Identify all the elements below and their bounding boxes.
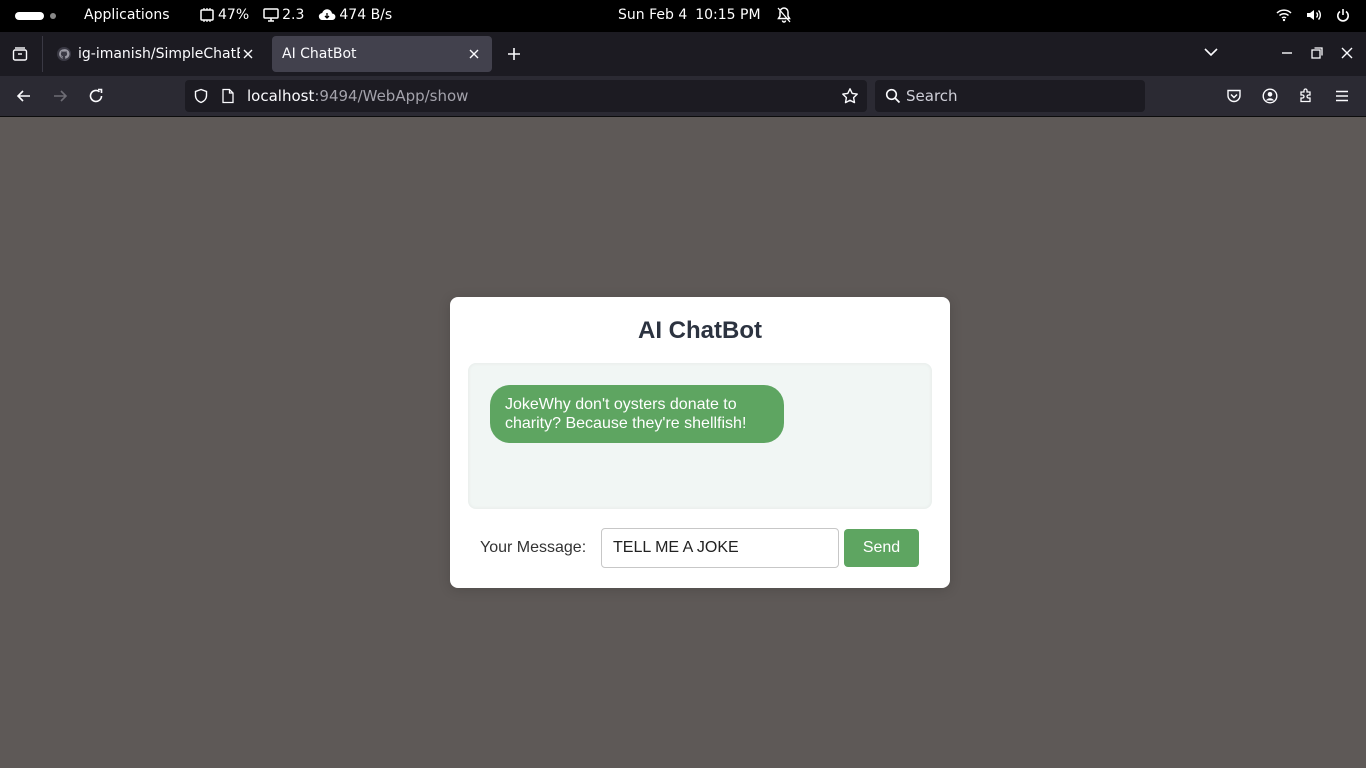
search-icon bbox=[885, 88, 901, 104]
cpu-icon bbox=[199, 8, 215, 22]
applications-menu[interactable]: Applications bbox=[84, 7, 170, 23]
url-path: :9494/WebApp/show bbox=[314, 87, 469, 105]
network-stat: 474 B/s bbox=[318, 7, 392, 23]
tracking-protection-shield-icon[interactable] bbox=[193, 88, 209, 104]
message-input[interactable] bbox=[601, 528, 839, 568]
page-title: AI ChatBot bbox=[638, 317, 762, 344]
workspace-indicator[interactable] bbox=[15, 12, 56, 20]
close-icon[interactable] bbox=[240, 49, 256, 59]
bookmark-star-icon[interactable] bbox=[841, 87, 859, 105]
pocket-icon[interactable] bbox=[1226, 88, 1242, 104]
cloud-download-icon bbox=[318, 8, 336, 22]
inactive-workspace[interactable] bbox=[50, 13, 56, 19]
tab-separator bbox=[42, 36, 43, 72]
page-info-icon[interactable] bbox=[221, 88, 235, 104]
url-text[interactable]: localhost:9494/WebApp/show bbox=[247, 87, 468, 105]
active-workspace[interactable] bbox=[15, 12, 44, 20]
cpu-value: 47% bbox=[218, 7, 250, 23]
tab-overview-icon[interactable] bbox=[12, 46, 28, 62]
search-bar[interactable]: Search bbox=[875, 80, 1145, 112]
clock[interactable]: Sun Feb 4 10:15 PM bbox=[618, 7, 791, 23]
page-viewport: AI ChatBot JokeWhy don't oysters donate … bbox=[0, 117, 1366, 768]
tab-title: AI ChatBot bbox=[282, 46, 357, 62]
search-placeholder: Search bbox=[906, 87, 958, 105]
hamburger-menu-icon[interactable] bbox=[1334, 88, 1350, 104]
send-button[interactable]: Send bbox=[844, 529, 919, 567]
load-value: 2.3 bbox=[282, 7, 305, 23]
url-host: localhost bbox=[247, 87, 315, 105]
cpu-stat: 47% bbox=[199, 7, 249, 23]
power-icon[interactable] bbox=[1336, 8, 1350, 22]
clock-time: 10:15 PM bbox=[695, 7, 761, 23]
system-tray[interactable] bbox=[1276, 8, 1350, 22]
wifi-icon[interactable] bbox=[1276, 8, 1292, 22]
clock-date: Sun Feb 4 bbox=[618, 7, 688, 23]
bot-message-bubble: JokeWhy don't oysters donate to charity?… bbox=[490, 385, 784, 443]
forward-arrow-icon bbox=[52, 88, 68, 104]
reload-icon[interactable] bbox=[88, 88, 104, 104]
tab-ai-chatbot[interactable]: AI ChatBot bbox=[272, 36, 492, 72]
window-controls bbox=[1280, 46, 1354, 60]
minimize-icon[interactable] bbox=[1280, 46, 1294, 60]
network-value: 474 B/s bbox=[339, 7, 393, 23]
volume-icon[interactable] bbox=[1306, 8, 1322, 22]
notification-bell-icon[interactable] bbox=[776, 7, 791, 23]
browser-tab-bar: ig-imanish/SimpleChatBot AI ChatBot bbox=[0, 32, 1366, 76]
url-bar[interactable]: localhost:9494/WebApp/show bbox=[185, 80, 867, 112]
tab-simplechatbot[interactable]: ig-imanish/SimpleChatBot bbox=[46, 36, 266, 72]
message-form: Your Message: Send bbox=[480, 528, 920, 568]
tab-title: ig-imanish/SimpleChatBot bbox=[78, 46, 240, 62]
chatbot-card: AI ChatBot JokeWhy don't oysters donate … bbox=[450, 297, 950, 588]
new-tab-button[interactable] bbox=[506, 46, 522, 62]
system-top-bar: Applications 47% 2.3 474 B/s Sun Feb 4 1… bbox=[0, 0, 1366, 32]
restore-icon[interactable] bbox=[1310, 46, 1324, 60]
message-label: Your Message: bbox=[480, 539, 587, 556]
list-all-tabs-icon[interactable] bbox=[1204, 47, 1218, 57]
browser-nav-bar: localhost:9494/WebApp/show Search bbox=[0, 76, 1366, 117]
extensions-icon[interactable] bbox=[1298, 88, 1314, 104]
load-stat: 2.3 bbox=[263, 7, 304, 23]
back-arrow-icon[interactable] bbox=[16, 88, 32, 104]
monitor-icon bbox=[263, 8, 279, 22]
close-window-icon[interactable] bbox=[1340, 46, 1354, 60]
github-icon bbox=[56, 46, 72, 62]
close-icon[interactable] bbox=[466, 49, 482, 59]
account-icon[interactable] bbox=[1262, 88, 1278, 104]
chat-history[interactable]: JokeWhy don't oysters donate to charity?… bbox=[468, 363, 932, 509]
system-monitor[interactable]: 47% 2.3 474 B/s bbox=[199, 7, 392, 23]
